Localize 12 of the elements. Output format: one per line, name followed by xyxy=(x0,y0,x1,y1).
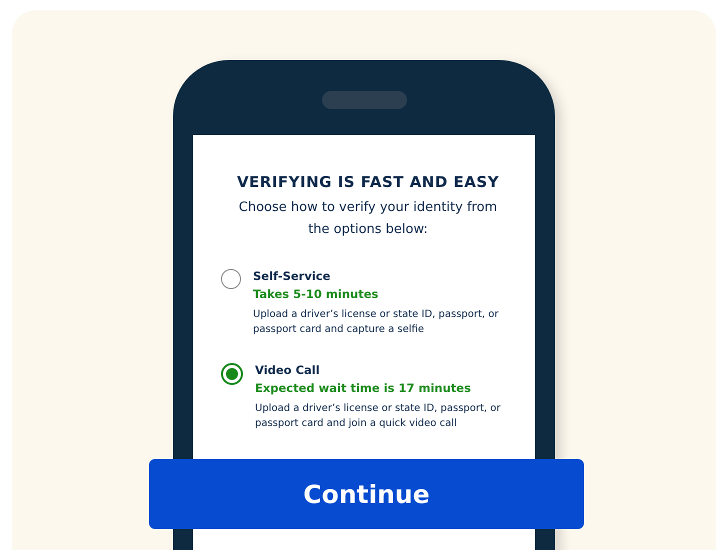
option-description: Upload a driver’s license or state ID, passport, or passport card and capture a selfie xyxy=(253,308,500,337)
heading: VERIFYING IS FAST AND EASY xyxy=(236,173,500,191)
radio-button[interactable] xyxy=(221,363,243,385)
radio-button[interactable] xyxy=(221,269,241,289)
option-title: Video Call xyxy=(255,363,321,377)
continue-button[interactable]: Continue xyxy=(149,459,584,529)
option-title: Self-Service xyxy=(253,269,332,283)
option-description: Upload a driver’s license or state ID, passport, or passport card and join a quick video call xyxy=(255,402,502,431)
option-time: Expected wait time is 17 minutes xyxy=(255,381,472,395)
option-time: Takes 5-10 minutes xyxy=(253,287,380,301)
speaker-notch-icon xyxy=(322,91,406,109)
subtitle: Choose how to verify your identity from the options below: xyxy=(238,199,498,239)
